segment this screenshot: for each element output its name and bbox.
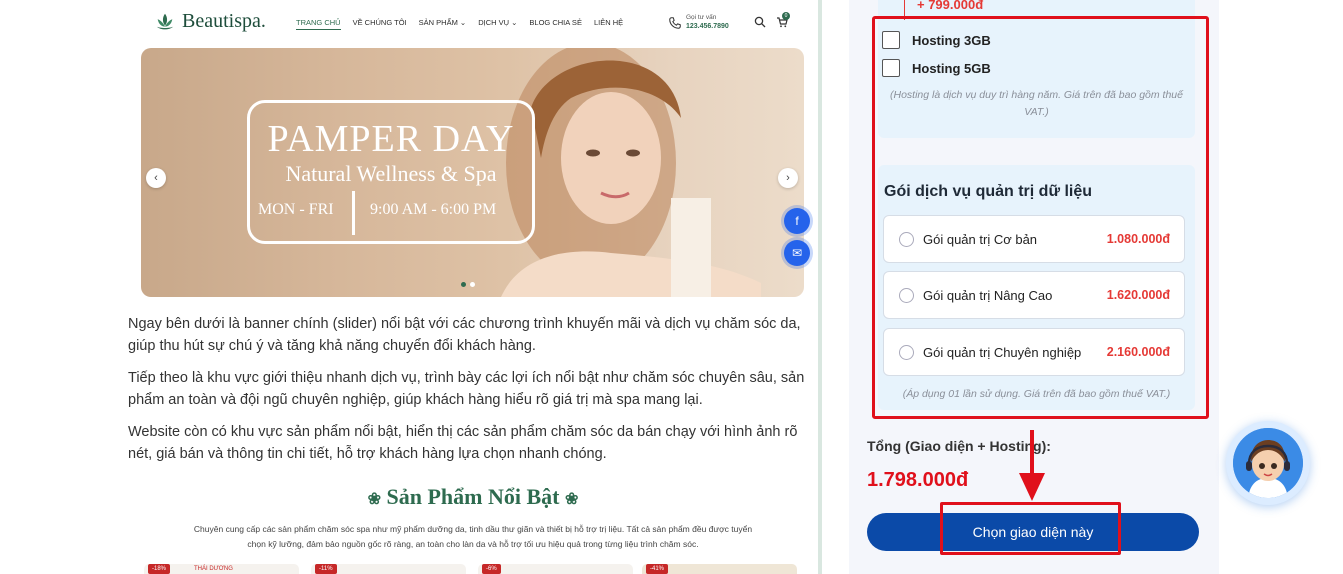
discount-badge: -11%	[315, 564, 337, 574]
slider-dots	[461, 282, 475, 287]
nav-label: DỊCH VỤ	[478, 18, 510, 27]
divider-stripe	[818, 0, 822, 574]
hotline-text: Gọi tư vấn 123.456.7890	[686, 14, 729, 31]
total-label: Tổng (Giao diện + Hosting):	[867, 438, 1051, 454]
support-agent-icon	[1233, 428, 1303, 498]
slider-dot-2[interactable]	[470, 282, 475, 287]
product-brand: THÁI DƯƠNG	[194, 566, 233, 572]
addon-price: + 799.000đ	[917, 0, 984, 12]
banner-title: PAMPER DAY	[267, 118, 515, 160]
highlight-frame	[872, 16, 1209, 419]
slider-prev-button[interactable]: ‹	[146, 168, 166, 188]
button-highlight-frame	[940, 502, 1121, 555]
lotus-icon	[156, 13, 174, 29]
featured-products-desc: Chuyên cung cấp các sản phẩm chăm sóc sp…	[193, 524, 753, 549]
discount-badge: -41%	[646, 564, 669, 574]
nav-item-products[interactable]: SẢN PHẨM ⌄	[419, 18, 467, 30]
pointer-arrow	[1030, 430, 1034, 476]
template-description: Ngay bên dưới là banner chính (slider) n…	[128, 314, 820, 476]
nav-item-blog[interactable]: BLOG CHIA SẺ	[529, 18, 582, 30]
hero-banner: PAMPER DAY Natural Wellness & Spa MON - …	[141, 48, 804, 297]
banner-hours: 9:00 AM - 6:00 PM	[370, 201, 497, 218]
featured-products-title: ❀ Sản Phẩm Nổi Bật ❀	[128, 484, 818, 510]
nav-item-about[interactable]: VỀ CHÚNG TÔI	[353, 18, 407, 30]
hotline-number: 123.456.7890	[686, 23, 729, 30]
facebook-icon[interactable]: f	[784, 208, 810, 234]
total-value: 1.798.000đ	[867, 469, 969, 491]
slider-dot-1[interactable]	[461, 282, 466, 287]
description-paragraph: Ngay bên dưới là banner chính (slider) n…	[128, 316, 801, 354]
phone-icon	[669, 16, 681, 29]
avatar	[1233, 428, 1303, 498]
discount-badge: -6%	[482, 564, 501, 574]
hotline[interactable]: Gọi tư vấn 123.456.7890	[668, 14, 729, 31]
hotline-label: Gọi tư vấn	[686, 14, 717, 21]
cart-count-badge: 0	[782, 12, 790, 20]
nav-item-contact[interactable]: LIÊN HỆ	[594, 18, 623, 30]
product-card[interactable]: -41%	[642, 564, 797, 574]
discount-badge: -18%	[148, 564, 171, 574]
website-preview: Beautispa. TRANG CHỦ VỀ CHÚNG TÔI SẢN PH…	[128, 0, 820, 300]
lotus-icon: ❀	[367, 491, 381, 508]
featured-products-title-text: Sản Phẩm Nổi Bật	[386, 484, 560, 509]
product-card[interactable]: -6%	[478, 564, 633, 574]
banner-days: MON - FRI	[258, 201, 334, 218]
logo[interactable]: Beautispa.	[154, 10, 266, 33]
product-card[interactable]: -11%	[311, 564, 466, 574]
description-paragraph: Tiếp theo là khu vực giới thiệu nhanh dị…	[128, 370, 805, 408]
logo-text: Beautispa.	[182, 10, 266, 32]
nav-item-services[interactable]: DỊCH VỤ ⌄	[478, 18, 517, 30]
product-card[interactable]: -18% THÁI DƯƠNG	[144, 564, 299, 574]
main-nav: TRANG CHỦ VỀ CHÚNG TÔI SẢN PHẨM ⌄ DỊCH V…	[296, 18, 623, 30]
featured-products-preview: ❀ Sản Phẩm Nổi Bật ❀ Chuyên cung cấp các…	[128, 472, 818, 574]
support-chat-button[interactable]	[1226, 421, 1310, 505]
nav-item-home[interactable]: TRANG CHỦ	[296, 18, 341, 30]
nav-label: SẢN PHẨM	[418, 18, 458, 27]
banner-subtitle: Natural Wellness & Spa	[285, 161, 497, 186]
site-header: Beautispa. TRANG CHỦ VỀ CHÚNG TÔI SẢN PH…	[128, 0, 820, 46]
page: Beautispa. TRANG CHỦ VỀ CHÚNG TÔI SẢN PH…	[0, 0, 1343, 574]
banner-text-frame: PAMPER DAY Natural Wellness & Spa MON - …	[247, 100, 535, 244]
description-paragraph: Website còn có khu vực sản phẩm nổi bật,…	[128, 424, 798, 462]
lotus-icon: ❀	[564, 491, 579, 508]
slider-next-button[interactable]: ›	[778, 168, 798, 188]
banner-divider	[352, 191, 355, 235]
search-icon[interactable]	[754, 16, 766, 28]
messenger-icon[interactable]: ✉	[784, 240, 810, 266]
arrow-down-icon	[1019, 473, 1045, 501]
